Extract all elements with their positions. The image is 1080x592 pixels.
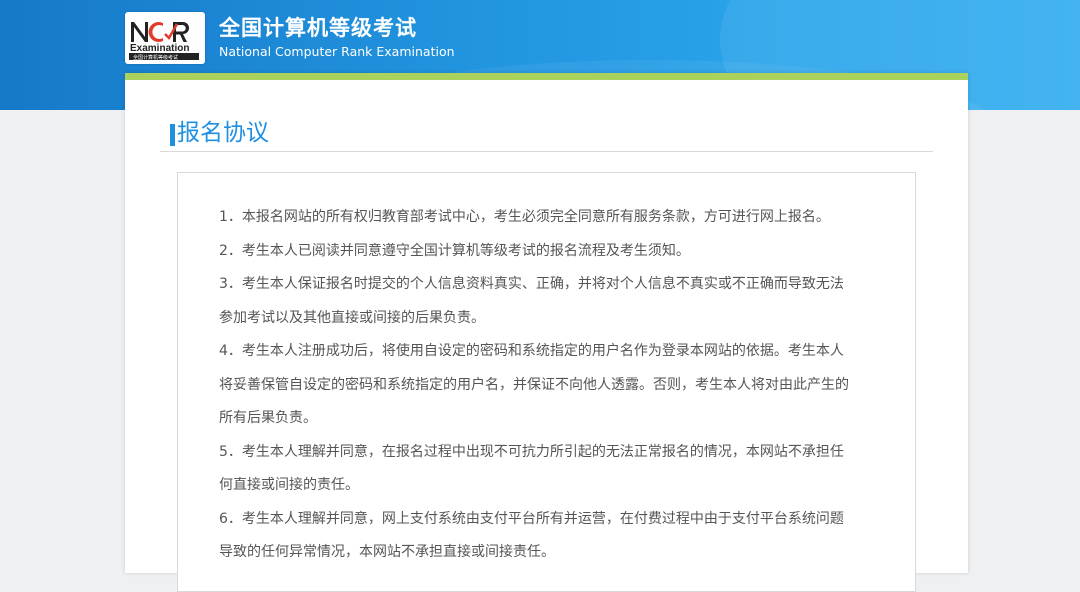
ncre-logo[interactable]: Examination 全国计算机等级考试 xyxy=(125,12,205,64)
section-title-marker xyxy=(170,124,175,146)
agreement-line: 1．本报名网站的所有权归教育部考试中心，考生必须完全同意所有服务条款，方可进行网… xyxy=(219,209,830,225)
logo-cn-strip-text: 全国计算机等级考试 xyxy=(133,54,178,61)
site-title-cn: 全国计算机等级考试 xyxy=(219,16,417,40)
agreement-line: 将妥善保管自设定的密码和系统指定的用户名，并保证不向他人透露。否则，考生本人将对… xyxy=(219,376,849,393)
page-title: 报名协议 xyxy=(177,120,269,146)
agreement-line: 2．考生本人已阅读并同意遵守全国计算机等级考试的报名流程及考生须知。 xyxy=(219,242,690,259)
agreement-line: 6．考生本人理解并同意，网上支付系统由支付平台所有并运营，在付费过程中由于支付平… xyxy=(219,510,844,527)
agreement-line: 何直接或间接的责任。 xyxy=(219,477,359,493)
agreement-line: 所有后果负责。 xyxy=(219,410,317,426)
agreement-line: 5．考生本人理解并同意，在报名过程中出现不可抗力所引起的无法正常报名的情况，本网… xyxy=(219,443,844,460)
site-titles: 全国计算机等级考试 National Computer Rank Examina… xyxy=(219,15,455,61)
section-header: 报名协议 xyxy=(160,108,933,152)
agreement-line: 参加考试以及其他直接或间接的后果负责。 xyxy=(219,309,485,326)
agreement-line: 导致的任何异常情况，本网站不承担直接或间接责任。 xyxy=(219,544,555,560)
agreement-box[interactable]: 1．本报名网站的所有权归教育部考试中心，考生必须完全同意所有服务条款，方可进行网… xyxy=(177,172,916,592)
site-title-en: National Computer Rank Examination xyxy=(219,44,455,59)
agreement-list: 1．本报名网站的所有权归教育部考试中心，考生必须完全同意所有服务条款，方可进行网… xyxy=(219,201,879,570)
agreement-line: 3．考生本人保证报名时提交的个人信息资料真实、正确，并将对个人信息不真实或不正确… xyxy=(219,276,844,292)
logo-letter-n xyxy=(131,22,148,42)
logo-letter-c xyxy=(148,22,163,42)
ncre-logo-graphic: Examination 全国计算机等级考试 xyxy=(129,22,199,61)
site-header: Examination 全国计算机等级考试 全国计算机等级考试 National… xyxy=(125,8,525,68)
main-card: 报名协议 1．本报名网站的所有权归教育部考试中心，考生必须完全同意所有服务条款，… xyxy=(125,73,968,592)
agreement-line: 4．考生本人注册成功后，将使用自设定的密码和系统指定的用户名作为登录本网站的依据… xyxy=(219,343,844,359)
logo-examination-text: Examination xyxy=(130,43,189,54)
